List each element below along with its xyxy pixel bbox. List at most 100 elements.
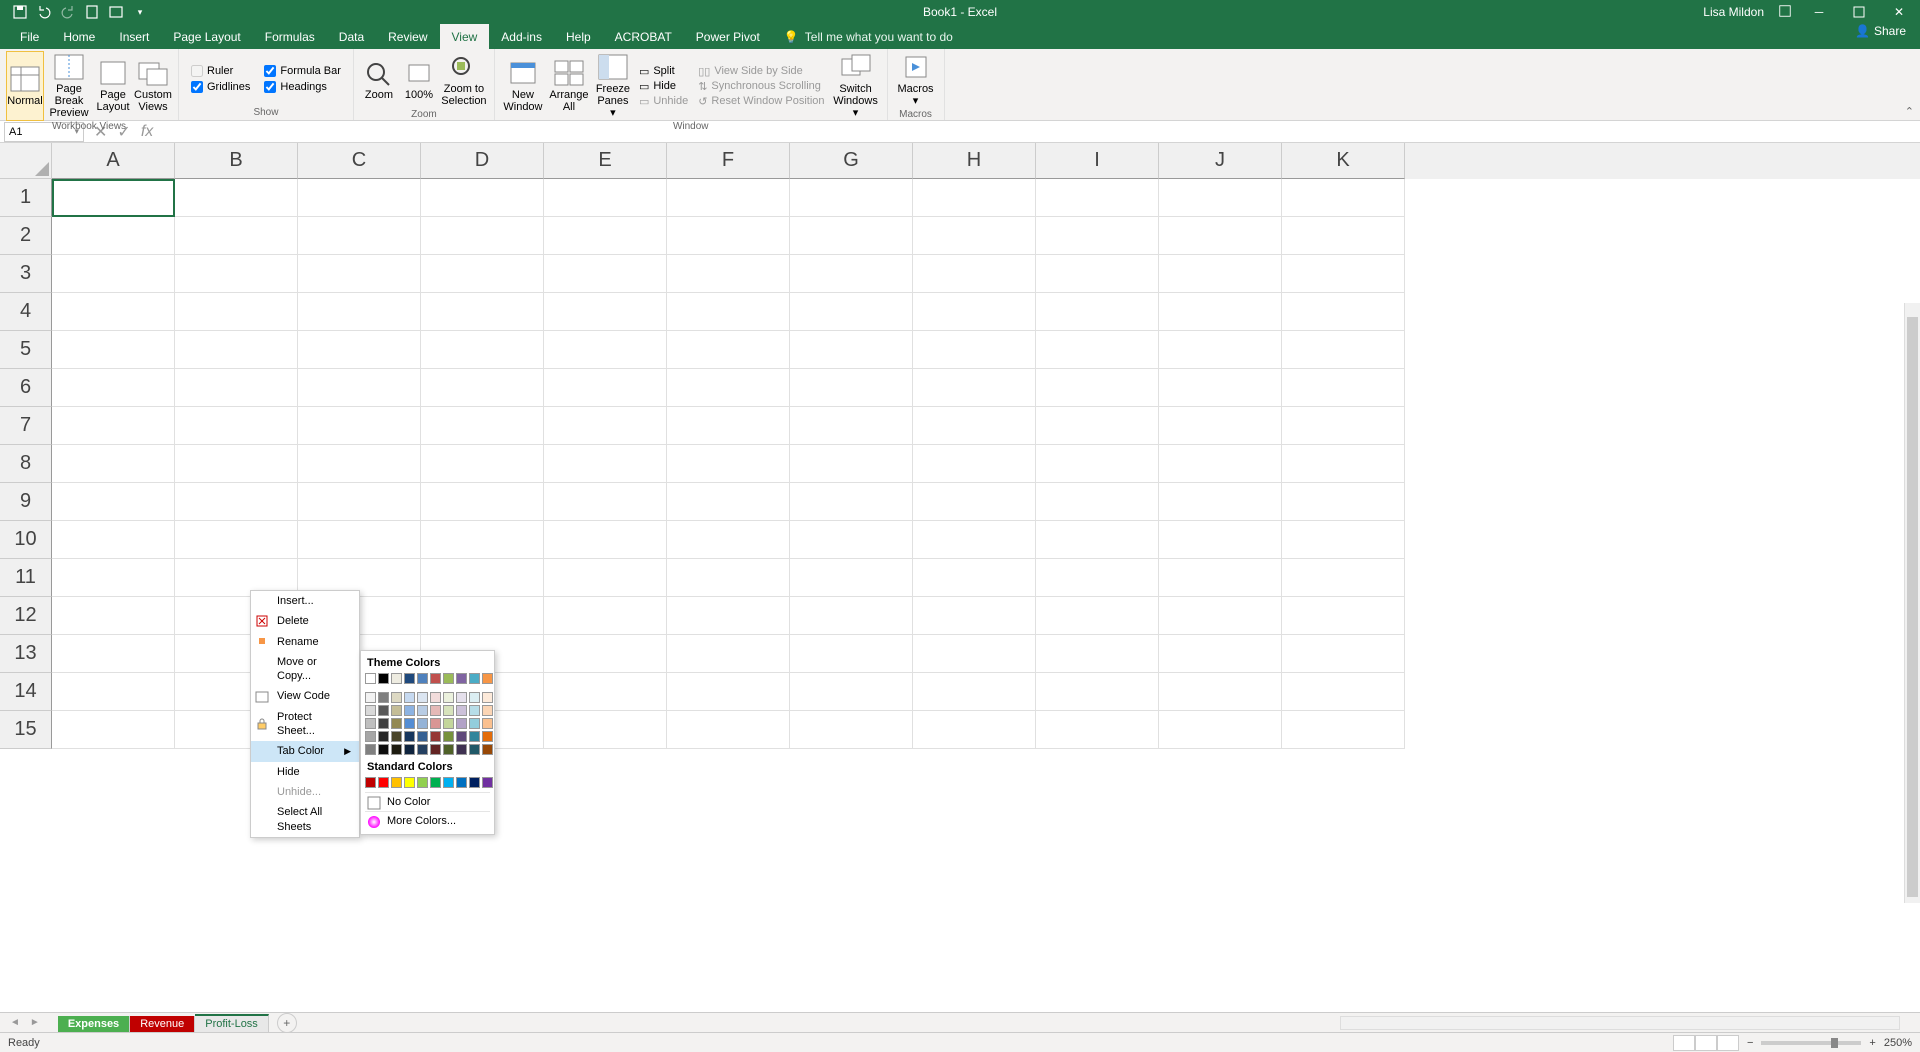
cell[interactable] [790, 711, 913, 749]
cell[interactable] [667, 407, 790, 445]
cell[interactable] [298, 179, 421, 217]
maximize-button[interactable] [1846, 3, 1872, 21]
cell[interactable] [790, 559, 913, 597]
col-header[interactable]: D [421, 143, 544, 179]
col-header[interactable]: C [298, 143, 421, 179]
zoom-to-selection-button[interactable]: Zoom to Selection [440, 51, 488, 109]
color-swatch[interactable] [456, 744, 467, 755]
cell[interactable] [52, 331, 175, 369]
cell[interactable] [913, 293, 1036, 331]
cell[interactable] [913, 445, 1036, 483]
color-swatch[interactable] [417, 777, 428, 788]
cell[interactable] [913, 369, 1036, 407]
tell-me-search[interactable]: 💡 Tell me what you want to do [784, 24, 953, 49]
arrange-all-button[interactable]: Arrange All [547, 51, 591, 121]
row-header[interactable]: 4 [0, 293, 52, 331]
add-sheet-button[interactable]: + [277, 1013, 297, 1033]
cell[interactable] [913, 407, 1036, 445]
normal-view-button[interactable]: Normal [6, 51, 44, 121]
cell[interactable] [913, 331, 1036, 369]
cell[interactable] [913, 711, 1036, 749]
tab-addins[interactable]: Add-ins [489, 24, 554, 49]
minimize-button[interactable]: ─ [1806, 3, 1832, 21]
zoom-button[interactable]: Zoom [360, 51, 398, 109]
cell[interactable] [667, 179, 790, 217]
cell[interactable] [421, 559, 544, 597]
cell[interactable] [421, 483, 544, 521]
sheet-tab-revenue[interactable]: Revenue [130, 1016, 195, 1032]
color-swatch[interactable] [482, 673, 493, 684]
vertical-scrollbar[interactable] [1904, 303, 1920, 903]
color-swatch[interactable] [391, 744, 402, 755]
ctx-view-code[interactable]: View Code [251, 686, 359, 706]
row-header[interactable]: 8 [0, 445, 52, 483]
row-header[interactable]: 13 [0, 635, 52, 673]
cell[interactable] [544, 217, 667, 255]
col-header[interactable]: J [1159, 143, 1282, 179]
color-swatch[interactable] [430, 777, 441, 788]
cell[interactable] [52, 179, 175, 217]
cell[interactable] [52, 559, 175, 597]
cell[interactable] [790, 293, 913, 331]
cell[interactable] [1159, 217, 1282, 255]
sheet-nav-prev-icon[interactable]: ◄ [10, 1017, 20, 1028]
color-swatch[interactable] [365, 777, 376, 788]
color-swatch[interactable] [391, 718, 402, 729]
color-swatch[interactable] [404, 718, 415, 729]
ctx-insert[interactable]: Insert... [251, 591, 359, 611]
cell[interactable] [667, 673, 790, 711]
cell[interactable] [1036, 331, 1159, 369]
cell[interactable] [913, 483, 1036, 521]
cell[interactable] [175, 407, 298, 445]
color-swatch[interactable] [430, 744, 441, 755]
color-swatch[interactable] [391, 731, 402, 742]
gridlines-checkbox[interactable]: Gridlines [191, 81, 250, 93]
color-swatch[interactable] [365, 744, 376, 755]
cell[interactable] [1159, 369, 1282, 407]
row-header[interactable]: 7 [0, 407, 52, 445]
cell[interactable] [1159, 331, 1282, 369]
cell[interactable] [1159, 407, 1282, 445]
cell[interactable] [421, 521, 544, 559]
color-swatch[interactable] [443, 718, 454, 729]
color-swatch[interactable] [378, 718, 389, 729]
cell[interactable] [421, 179, 544, 217]
color-swatch[interactable] [404, 744, 415, 755]
cell[interactable] [544, 711, 667, 749]
row-header[interactable]: 12 [0, 597, 52, 635]
cell[interactable] [544, 179, 667, 217]
qat-customize-icon[interactable]: ▾ [132, 4, 148, 20]
cell[interactable] [421, 255, 544, 293]
color-swatch[interactable] [482, 744, 493, 755]
ctx-hide[interactable]: Hide [251, 762, 359, 782]
cell[interactable] [544, 673, 667, 711]
collapse-ribbon-icon[interactable]: ⌃ [1905, 105, 1914, 118]
color-swatch[interactable] [404, 705, 415, 716]
row-header[interactable]: 5 [0, 331, 52, 369]
color-swatch[interactable] [365, 673, 376, 684]
cell[interactable] [667, 597, 790, 635]
tab-acrobat[interactable]: ACROBAT [603, 24, 684, 49]
col-header[interactable]: E [544, 143, 667, 179]
color-swatch[interactable] [378, 731, 389, 742]
color-swatch[interactable] [391, 777, 402, 788]
page-break-preview-button[interactable]: Page Break Preview [46, 51, 92, 121]
cell[interactable] [790, 217, 913, 255]
cell[interactable] [52, 673, 175, 711]
color-swatch[interactable] [482, 731, 493, 742]
cell[interactable] [298, 331, 421, 369]
cell[interactable] [1036, 711, 1159, 749]
ctx-rename[interactable]: Rename [251, 632, 359, 652]
tab-file[interactable]: File [8, 24, 51, 49]
cell[interactable] [52, 369, 175, 407]
row-header[interactable]: 14 [0, 673, 52, 711]
color-swatch[interactable] [456, 673, 467, 684]
ruler-checkbox[interactable]: Ruler [191, 65, 250, 77]
col-header[interactable]: K [1282, 143, 1405, 179]
color-swatch[interactable] [443, 692, 454, 703]
cell[interactable] [175, 293, 298, 331]
row-header[interactable]: 9 [0, 483, 52, 521]
cell[interactable] [1282, 179, 1405, 217]
color-swatch[interactable] [456, 777, 467, 788]
row-header[interactable]: 3 [0, 255, 52, 293]
